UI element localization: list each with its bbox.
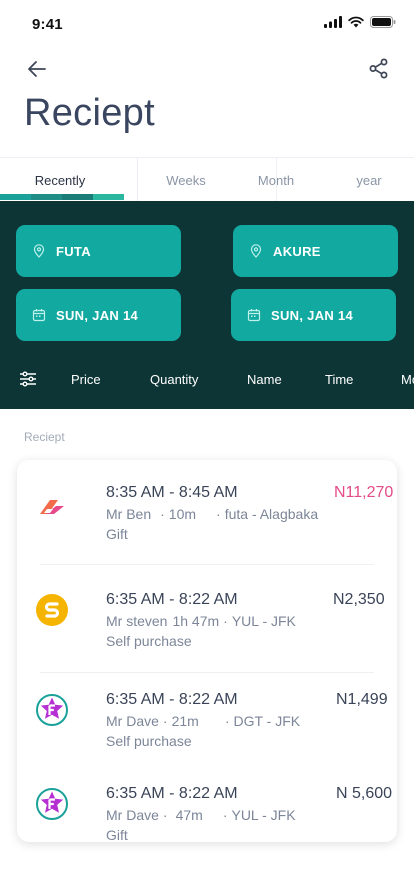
- receipt-price: N2,350: [333, 591, 385, 608]
- sort-name[interactable]: Name: [247, 372, 282, 387]
- from-location-label: FUTA: [56, 243, 91, 259]
- bolt-logo-icon: [40, 500, 64, 514]
- to-location-chip[interactable]: AKURE: [233, 225, 398, 277]
- back-button[interactable]: [24, 56, 50, 82]
- calendar-icon: [32, 308, 46, 322]
- receipt-buyer: Mr Dave: [106, 807, 159, 823]
- location-pin-icon: [249, 244, 263, 258]
- from-location-chip[interactable]: FUTA: [16, 225, 181, 277]
- receipt-price: N1,499: [336, 691, 388, 708]
- indicator-segment: [31, 194, 62, 200]
- s-coin-logo-icon: [36, 594, 68, 626]
- tab-year[interactable]: year: [320, 158, 414, 202]
- receipt-duration: 47m: [175, 807, 203, 823]
- tab-divider: [276, 158, 277, 202]
- location-pin-icon: [32, 244, 46, 258]
- receipt-buyer: Mr Ben: [106, 506, 152, 522]
- share-icon: [369, 58, 388, 79]
- receipt-duration: 10m: [168, 506, 197, 522]
- indicator-segment: [0, 194, 31, 200]
- receipt-route: YUL - JFK: [231, 613, 296, 629]
- signal-icon: [324, 16, 342, 28]
- status-time: 9:41: [32, 16, 63, 33]
- wifi-icon: [348, 16, 364, 28]
- receipt-route: futa - Alagbaka: [224, 506, 319, 522]
- depart-date-chip[interactable]: SUN, JAN 14: [16, 289, 181, 341]
- receipt-price: N11,270: [334, 484, 394, 501]
- battery-icon: [370, 16, 396, 28]
- tab-active-indicator: [0, 194, 124, 200]
- receipt-type: Gift: [106, 526, 128, 542]
- calendar-icon: [247, 308, 261, 322]
- sort-more[interactable]: Mo: [401, 372, 414, 387]
- tab-weeks[interactable]: Weeks: [137, 158, 235, 202]
- receipt-time-range: 8:35 AM - 8:45 AM: [106, 484, 238, 501]
- receipt-route: DGT - JFK: [233, 713, 301, 729]
- receipt-meta: Mr Dave · 47m · YUL - JFK: [106, 807, 296, 823]
- indicator-segment: [93, 194, 124, 200]
- receipt-price: N 5,600: [336, 785, 393, 802]
- receipt-buyer: Mr Dave: [106, 713, 159, 729]
- receipt-meta: Mr Dave · 21m · DGT - JFK: [106, 713, 301, 729]
- receipt-time-range: 6:35 AM - 8:22 AM: [106, 691, 238, 708]
- receipt-route: YUL - JFK: [231, 807, 296, 823]
- indicator-segment: [62, 194, 93, 200]
- page-title: Reciept: [24, 92, 155, 134]
- depart-date-label: SUN, JAN 14: [56, 307, 139, 323]
- arrow-left-icon: [28, 61, 46, 77]
- sort-time[interactable]: Time: [325, 372, 353, 387]
- receipt-row[interactable]: 6:35 AM - 8:22 AM N1,499 Mr Dave · 21m · DGT…: [17, 685, 397, 785]
- status-icons: [324, 16, 396, 28]
- receipt-duration: 1h 47m: [172, 613, 220, 629]
- receipt-time-range: 6:35 AM - 8:22 AM: [106, 785, 238, 802]
- receipt-row[interactable]: 6:35 AM - 8:22 AM N 5,600 Mr Dave · 47m · YU…: [17, 779, 397, 842]
- receipt-type: Gift: [106, 827, 128, 842]
- receipt-time-range: 6:35 AM - 8:22 AM: [106, 591, 238, 608]
- receipt-type: Self purchase: [106, 633, 192, 649]
- row-divider: [40, 564, 374, 565]
- to-location-label: AKURE: [273, 243, 321, 259]
- receipt-buyer: Mr steven: [106, 613, 168, 629]
- status-bar: 9:41: [0, 0, 414, 48]
- share-button[interactable]: [366, 56, 392, 82]
- f-star-logo-icon: [36, 788, 68, 820]
- receipt-meta: Mr Ben · 10m · futa - Alagbaka: [106, 506, 319, 522]
- receipt-list-card: 8:35 AM - 8:45 AM N11,270 Mr Ben · 10m · fut…: [17, 460, 397, 842]
- sliders-icon[interactable]: [19, 370, 37, 388]
- sort-price[interactable]: Price: [71, 372, 101, 387]
- return-date-chip[interactable]: SUN, JAN 14: [231, 289, 396, 341]
- receipt-meta: Mr steven 1h 47m · YUL - JFK: [106, 613, 296, 629]
- receipt-duration: 21m: [171, 713, 199, 729]
- receipt-row[interactable]: 6:35 AM - 8:22 AM N2,350 Mr steven 1h 47m…: [17, 585, 397, 685]
- row-divider: [40, 672, 374, 673]
- return-date-label: SUN, JAN 14: [271, 307, 354, 323]
- f-star-logo-icon: [36, 694, 68, 726]
- receipt-row[interactable]: 8:35 AM - 8:45 AM N11,270 Mr Ben · 10m · fut…: [17, 478, 397, 578]
- receipt-type: Self purchase: [106, 733, 192, 749]
- sort-quantity[interactable]: Quantity: [150, 372, 198, 387]
- sort-options-row: Price Quantity Name Time Mo: [0, 358, 414, 402]
- section-label: Reciept: [24, 430, 65, 444]
